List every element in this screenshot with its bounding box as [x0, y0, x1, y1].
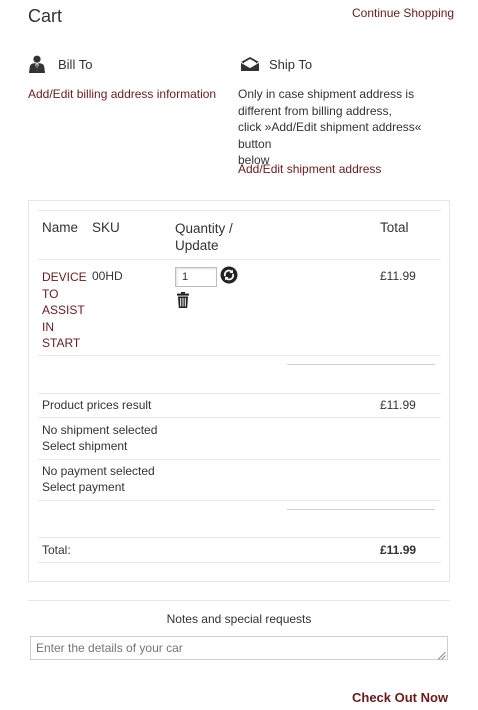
product-sku: 00HD — [92, 269, 123, 283]
product-name-link[interactable]: DEVICE TO ASSIST IN START — [42, 269, 90, 352]
divider — [38, 459, 441, 460]
product-name-line: TO — [42, 286, 59, 301]
shipment-info-line: different from billing address, — [238, 103, 392, 118]
checkout-button[interactable]: Check Out Now — [352, 690, 448, 705]
payment-status: No payment selected — [42, 464, 155, 478]
edit-billing-address-link[interactable]: Add/Edit billing address information — [28, 87, 216, 101]
column-header-total: Total — [380, 220, 409, 235]
bill-to-heading: Bill To — [58, 57, 93, 72]
divider — [38, 259, 441, 260]
trash-icon[interactable] — [177, 292, 189, 308]
total-rule — [287, 509, 435, 510]
total-label: Total: — [42, 543, 71, 557]
select-payment-link[interactable]: Select payment — [42, 480, 125, 494]
subtotal-rule — [287, 364, 435, 365]
divider — [38, 355, 441, 356]
product-name-line: ASSIST — [42, 303, 85, 317]
divider — [38, 500, 441, 501]
select-shipment-link[interactable]: Select shipment — [42, 439, 127, 453]
column-header-name: Name — [42, 220, 79, 235]
product-prices-value: £11.99 — [380, 398, 416, 412]
shipment-info-line: Only in case shipment address is — [238, 87, 415, 101]
envelope-icon — [240, 56, 260, 72]
column-header-quantity-line: Update — [175, 238, 219, 253]
divider — [38, 210, 441, 211]
product-name-line: START — [42, 336, 81, 350]
divider — [38, 562, 441, 563]
column-header-sku: SKU — [92, 220, 120, 235]
divider — [38, 393, 441, 394]
refresh-icon[interactable] — [220, 266, 238, 284]
total-value: £11.99 — [380, 543, 417, 557]
edit-shipment-address-link[interactable]: Add/Edit shipment address — [238, 162, 381, 176]
shipment-status: No shipment selected — [42, 423, 158, 437]
divider — [28, 600, 450, 601]
product-prices-label: Product prices result — [42, 398, 152, 412]
product-name-line: DEVICE — [42, 270, 87, 284]
shipment-info-line: click »Add/Edit shipment address« button — [238, 120, 422, 151]
person-icon — [28, 55, 46, 73]
cart-table-panel — [28, 200, 450, 582]
product-name-line: IN — [42, 319, 54, 334]
shipment-info-text: Only in case shipment address is differe… — [238, 86, 453, 169]
column-header-quantity: Quantity / Update — [175, 220, 233, 254]
notes-textarea[interactable] — [30, 636, 448, 660]
ship-to-heading: Ship To — [269, 57, 313, 72]
page-title: Cart — [28, 6, 63, 26]
notes-label: Notes and special requests — [166, 612, 312, 626]
resize-grip-icon[interactable] — [437, 649, 446, 660]
continue-shopping-link[interactable]: Continue Shopping — [352, 6, 454, 20]
product-total: £11.99 — [380, 269, 416, 283]
column-header-quantity-line: Quantity / — [175, 221, 233, 236]
divider — [38, 537, 441, 538]
divider — [38, 417, 441, 418]
quantity-input[interactable] — [175, 267, 217, 287]
